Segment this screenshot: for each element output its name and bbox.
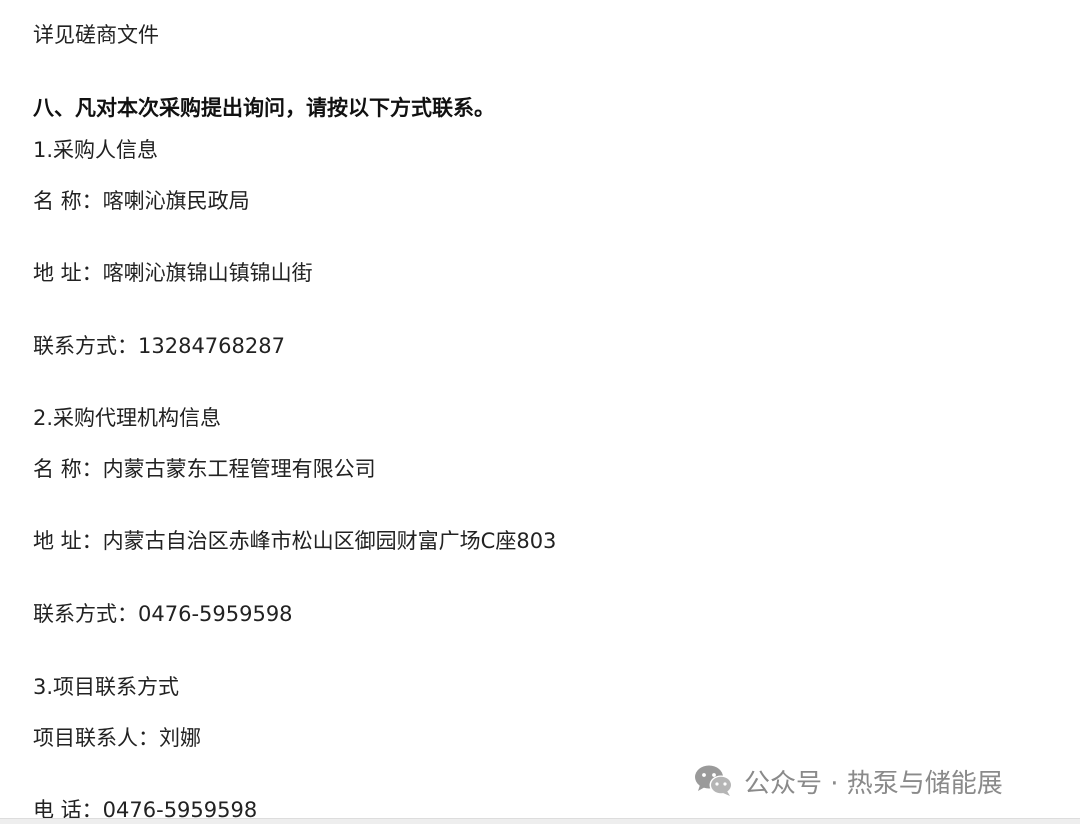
purchaser-heading: 1.采购人信息 bbox=[33, 138, 159, 162]
intro-text: 详见磋商文件 bbox=[33, 23, 159, 47]
watermark-text: 公众号 · 热泵与储能展 bbox=[744, 768, 1003, 799]
agency-address: 地 址：内蒙古自治区赤峰市松山区御园财富广场C座803 bbox=[33, 529, 557, 553]
account-watermark: 公众号 · 热泵与储能展 bbox=[694, 760, 1003, 802]
wechat-icon bbox=[694, 764, 734, 798]
section-heading: 八、凡对本次采购提出询问，请按以下方式联系。 bbox=[33, 96, 495, 120]
purchaser-contact: 联系方式：13284768287 bbox=[33, 334, 285, 358]
agency-contact: 联系方式：0476-5959598 bbox=[33, 602, 293, 626]
project-person: 项目联系人：刘娜 bbox=[33, 726, 201, 750]
bottom-divider bbox=[0, 818, 1080, 824]
project-heading: 3.项目联系方式 bbox=[33, 675, 180, 699]
purchaser-name: 名 称：喀喇沁旗民政局 bbox=[33, 189, 250, 213]
purchaser-address: 地 址：喀喇沁旗锦山镇锦山街 bbox=[33, 261, 313, 285]
agency-heading: 2.采购代理机构信息 bbox=[33, 406, 222, 430]
agency-name: 名 称：内蒙古蒙东工程管理有限公司 bbox=[33, 457, 376, 481]
